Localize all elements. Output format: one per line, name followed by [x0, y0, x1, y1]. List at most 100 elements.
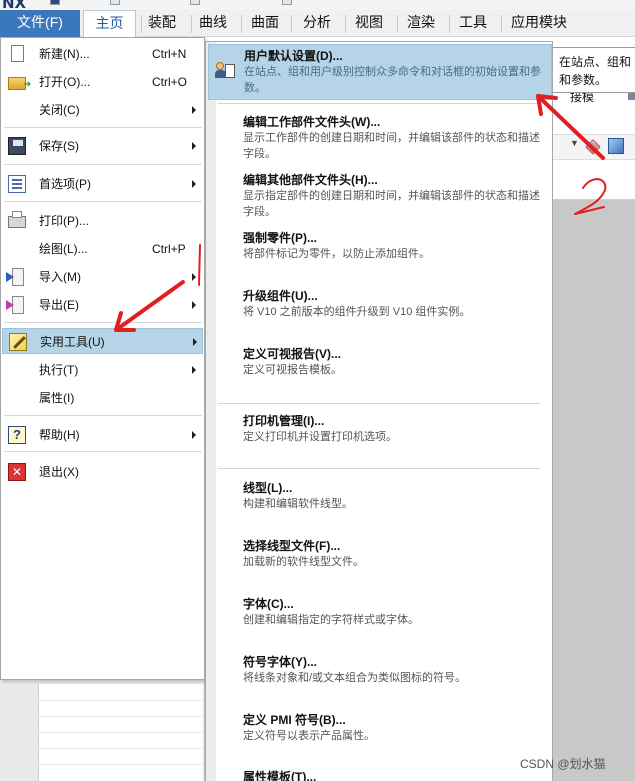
submenu-item-title: 定义可视报告(V)...	[243, 347, 341, 361]
menu-separator	[4, 164, 202, 165]
tooltip: 在站点、组和 和参数。	[550, 47, 635, 93]
menu-item-print[interactable]: 打印(P)...	[2, 208, 203, 234]
submenu-item-desc: 在站点、组和用户级别控制众多命令和对话框的初始设置和参数。	[244, 66, 541, 94]
tab-separator	[449, 15, 450, 33]
submenu-item-title: 用户默认设置(D)...	[244, 49, 343, 63]
menu-item-label: 导入(M)	[39, 270, 81, 284]
tab-applications[interactable]: 应用模块	[507, 10, 571, 37]
submenu-item-select-line-font-file[interactable]: 选择线型文件(F)... 加载新的软件线型文件。	[243, 538, 543, 570]
submenu-item-desc: 将部件标记为零件，以防止添加组件。	[243, 248, 430, 260]
exit-icon: ✕	[8, 463, 26, 481]
submenu-item-printer-admin[interactable]: 打印机管理(I)... 定义打印机并设置打印机选项。	[243, 413, 543, 445]
menu-item-shortcut: Ctrl+O	[152, 75, 188, 89]
submenu-gutter	[206, 42, 216, 781]
tab-render[interactable]: 渲染	[401, 10, 441, 37]
submenu-item-title: 打印机管理(I)...	[243, 414, 325, 428]
submenu-arrow-icon	[192, 366, 196, 374]
submenu-item-edit-work-part-header[interactable]: 编辑工作部件文件头(W)... 显示工作部件的创建日期和时间，并编辑该部件的状态…	[243, 114, 543, 162]
menu-item-save[interactable]: 保存(S)	[2, 133, 203, 159]
tab-assembly[interactable]: 装配	[142, 10, 182, 37]
submenu-arrow-icon	[192, 142, 196, 150]
menu-item-help[interactable]: ? 帮助(H)	[2, 422, 203, 448]
menu-item-exit[interactable]: ✕ 退出(X)	[2, 459, 203, 485]
menu-item-plot[interactable]: 绘图(L)... Ctrl+P	[2, 236, 203, 262]
menu-item-import[interactable]: 导入(M)	[2, 264, 203, 290]
menu-item-utilities[interactable]: 实用工具(U)	[2, 328, 203, 354]
menu-item-label: 帮助(H)	[39, 428, 80, 442]
submenu-item-title: 符号字体(Y)...	[243, 655, 317, 669]
submenu-arrow-icon	[192, 301, 196, 309]
list-row-divider	[38, 764, 203, 765]
tab-surface[interactable]: 曲面	[245, 10, 285, 37]
submenu-item-character-fonts[interactable]: 字体(C)... 创建和编辑指定的字符样式或字体。	[243, 596, 543, 628]
tab-curve[interactable]: 曲线	[193, 10, 233, 37]
preferences-icon	[8, 175, 26, 193]
submenu-item-title: 编辑工作部件文件头(W)...	[243, 115, 381, 129]
menu-item-label: 保存(S)	[39, 139, 79, 153]
tab-tools[interactable]: 工具	[453, 10, 493, 37]
menu-item-open[interactable]: ➜ 打开(O)... Ctrl+O	[2, 69, 203, 95]
menu-item-label: 退出(X)	[39, 465, 79, 479]
user-defaults-icon	[215, 61, 235, 81]
submenu-item-title: 定义 PMI 符号(B)...	[243, 713, 346, 727]
submenu-item-define-visual-report[interactable]: 定义可视报告(V)... 定义可视报告模板。	[243, 346, 543, 378]
menu-separator	[4, 415, 202, 416]
tooltip-line: 在站点、组和	[559, 55, 632, 69]
submenu-arrow-icon	[193, 338, 197, 346]
quick-access-icon[interactable]	[282, 0, 292, 5]
submenu-item-desc: 定义可视报告模板。	[243, 364, 342, 376]
submenu-item-desc: 加载新的软件线型文件。	[243, 556, 364, 568]
quick-access-icon[interactable]	[110, 0, 120, 5]
menu-item-preferences[interactable]: 首选项(P)	[2, 171, 203, 197]
menu-item-label: 打印(P)...	[39, 214, 89, 228]
tab-separator	[501, 15, 502, 33]
menu-item-label: 关闭(C)	[39, 103, 80, 117]
tab-analysis[interactable]: 分析	[297, 10, 337, 37]
menu-item-export[interactable]: 导出(E)	[2, 292, 203, 318]
submenu-item-title: 选择线型文件(F)...	[243, 539, 341, 553]
submenu-item-desc: 将线条对象和/或文本组合为类似图标的符号。	[243, 672, 467, 684]
list-row-divider	[38, 700, 203, 701]
submenu-item-define-pmi-symbols[interactable]: 定义 PMI 符号(B)... 定义符号以表示产品属性。	[243, 712, 543, 744]
submenu-item-upgrade-components[interactable]: 升级组件(U)... 将 V10 之前版本的组件升级到 V10 组件实例。	[243, 288, 543, 320]
quick-access-icon[interactable]	[190, 0, 200, 5]
submenu-item-force-piece-part[interactable]: 强制零件(P)... 将部件标记为零件，以防止添加组件。	[243, 230, 543, 262]
open-folder-icon: ➜	[8, 77, 31, 90]
tab-separator	[345, 15, 346, 33]
submenu-item-attribute-templates[interactable]: 属性模板(T)...	[243, 769, 543, 781]
submenu-arrow-icon	[192, 180, 196, 188]
help-icon: ?	[8, 426, 26, 444]
ribbon-toolbar-row	[547, 160, 635, 200]
submenu-separator	[218, 468, 540, 469]
submenu-item-desc: 创建和编辑指定的字符样式或字体。	[243, 614, 419, 626]
submenu-item-desc: 显示工作部件的创建日期和时间，并编辑该部件的状态和描述字段。	[243, 132, 540, 160]
menu-item-label: 新建(N)...	[39, 47, 90, 61]
menu-item-execute[interactable]: 执行(T)	[2, 357, 203, 383]
submenu-item-edit-other-part-header[interactable]: 编辑其他部件文件头(H)... 显示指定部件的创建日期和时间，并编辑该部件的状态…	[243, 172, 543, 220]
list-row-divider	[38, 732, 203, 733]
submenu-item-title: 升级组件(U)...	[243, 289, 318, 303]
chevron-down-icon[interactable]: ▼	[570, 138, 579, 148]
submenu-item-user-defaults[interactable]: 用户默认设置(D)... 在站点、组和用户级别控制众多命令和对话框的初始设置和参…	[208, 44, 552, 100]
menu-item-shortcut: Ctrl+P	[152, 242, 186, 256]
menu-item-label: 属性(I)	[39, 391, 75, 405]
tab-separator	[397, 15, 398, 33]
import-icon	[6, 268, 24, 286]
cube-icon[interactable]	[608, 138, 624, 154]
submenu-item-symbol-fonts[interactable]: 符号字体(Y)... 将线条对象和/或文本组合为类似图标的符号。	[243, 654, 543, 686]
menu-item-label: 实用工具(U)	[40, 335, 105, 349]
tab-file[interactable]: 文件(F)	[0, 10, 80, 37]
title-strip: NX	[0, 0, 635, 10]
tab-view[interactable]: 视图	[349, 10, 389, 37]
submenu-item-line-fonts[interactable]: 线型(L)... 构建和编辑软件线型。	[243, 480, 543, 512]
menu-item-properties[interactable]: 属性(I)	[2, 385, 203, 411]
quick-access-icon[interactable]	[50, 0, 60, 5]
tab-home[interactable]: 主页	[83, 10, 136, 38]
new-file-icon	[11, 45, 24, 62]
submenu-item-desc: 显示指定部件的创建日期和时间，并编辑该部件的状态和描述字段。	[243, 190, 540, 218]
submenu-arrow-icon	[192, 273, 196, 281]
menu-item-new[interactable]: 新建(N)... Ctrl+N	[2, 41, 203, 67]
menu-item-close[interactable]: 关闭(C)	[2, 97, 203, 123]
menu-separator	[4, 451, 202, 452]
menu-item-label: 导出(E)	[39, 298, 79, 312]
